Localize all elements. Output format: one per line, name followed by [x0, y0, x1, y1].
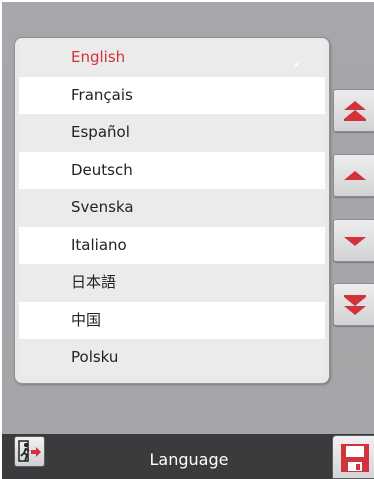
language-item-label: 中国	[71, 310, 102, 329]
language-item-label: Polsku	[71, 348, 119, 366]
selected-indicator	[295, 63, 298, 66]
language-item-label: Svenska	[71, 198, 134, 216]
language-item-deutsch[interactable]: Deutsch	[19, 151, 325, 189]
exit-button[interactable]	[14, 436, 45, 467]
language-item-polsku[interactable]: Polsku	[19, 339, 325, 376]
scroll-to-top-button[interactable]	[333, 89, 374, 132]
chevron-up-icon	[344, 171, 366, 180]
double-chevron-down-icon	[344, 295, 366, 315]
language-item-label: 日本語	[71, 273, 117, 291]
language-item-label: English	[71, 48, 126, 66]
scroll-to-bottom-button[interactable]	[333, 283, 374, 326]
language-item-francais[interactable]: Français	[19, 76, 325, 114]
language-screen: English Français Español Deutsch Svenska…	[2, 2, 374, 479]
language-item-english[interactable]: English	[19, 39, 325, 77]
language-item-espanol[interactable]: Español	[19, 114, 325, 152]
page-title: Language	[149, 450, 229, 469]
double-chevron-up-icon	[344, 101, 366, 121]
chevron-down-icon	[344, 237, 366, 246]
language-item-chinese[interactable]: 中国	[19, 301, 325, 339]
save-icon	[341, 444, 369, 472]
language-item-italiano[interactable]: Italiano	[19, 226, 325, 264]
language-list[interactable]: English Français Español Deutsch Svenska…	[19, 39, 325, 376]
exit-icon	[18, 440, 41, 462]
language-item-svenska[interactable]: Svenska	[19, 189, 325, 227]
scroll-down-button[interactable]	[333, 219, 374, 262]
language-item-japanese[interactable]: 日本語	[19, 264, 325, 302]
language-item-label: Italiano	[71, 235, 127, 254]
language-item-label: Deutsch	[71, 160, 133, 179]
scroll-up-button[interactable]	[333, 154, 374, 197]
save-button[interactable]	[332, 435, 374, 479]
language-item-label: Français	[71, 85, 133, 104]
language-item-label: Español	[71, 123, 130, 141]
